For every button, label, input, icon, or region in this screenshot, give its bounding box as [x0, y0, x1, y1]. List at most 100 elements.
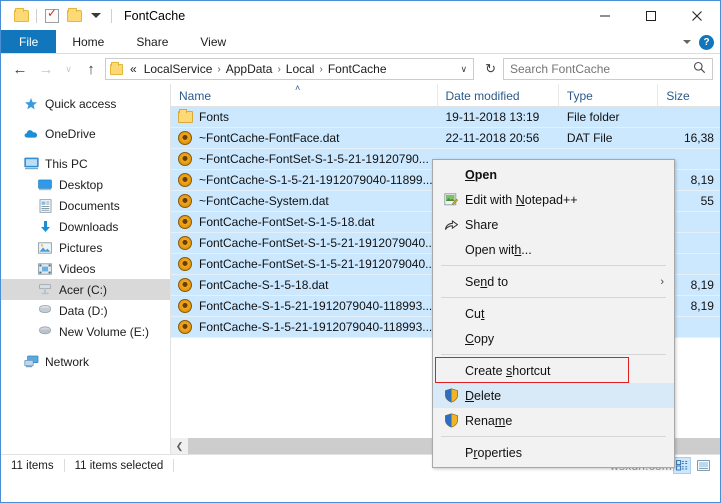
- breadcrumb[interactable]: « LocalService › AppData › Local › FontC…: [105, 58, 474, 80]
- large-icons-view-icon[interactable]: [694, 457, 712, 474]
- new-folder-icon[interactable]: [63, 6, 85, 26]
- documents-icon: [37, 198, 53, 214]
- breadcrumb-item-localservice[interactable]: LocalService: [141, 61, 216, 77]
- sidebar-item-quick-access[interactable]: Quick access: [1, 93, 170, 114]
- divider: [111, 9, 112, 23]
- sidebar-item-desktop[interactable]: Desktop: [1, 174, 170, 195]
- back-button[interactable]: ←: [8, 57, 32, 81]
- menu-item-open[interactable]: Open: [433, 162, 674, 187]
- address-bar: ← → ∨ ↑ « LocalService › AppData › Local…: [1, 54, 720, 84]
- refresh-icon[interactable]: ↻: [480, 61, 501, 77]
- details-view-icon[interactable]: [673, 457, 691, 474]
- minimize-icon[interactable]: [582, 1, 628, 30]
- breadcrumb-dropdown-icon[interactable]: ∨: [457, 64, 472, 75]
- dat-file-icon: [177, 235, 193, 251]
- maximize-icon[interactable]: [628, 1, 674, 30]
- sidebar-item-pictures[interactable]: Pictures: [1, 237, 170, 258]
- menu-separator: [441, 265, 666, 266]
- breadcrumb-item-appdata[interactable]: AppData: [223, 61, 276, 77]
- explorer-window: FontCache File Home Share View ? ← → ∨ ↑: [0, 0, 721, 503]
- sidebar-item-network[interactable]: Network: [1, 351, 170, 372]
- sidebar-item-data-d[interactable]: Data (D:): [1, 300, 170, 321]
- menu-item-copy[interactable]: Copy: [433, 326, 674, 351]
- column-header-name[interactable]: Name ˄: [171, 84, 438, 107]
- table-row[interactable]: Fonts 19-11-2018 13:19 File folder: [171, 107, 720, 128]
- shield-icon: [441, 388, 461, 403]
- forward-button[interactable]: →: [34, 57, 58, 81]
- sidebar-item-new-volume-e[interactable]: New Volume (E:): [1, 321, 170, 342]
- drive-icon: [37, 303, 53, 319]
- table-row[interactable]: ~FontCache-FontFace.dat 22-11-2018 20:56…: [171, 128, 720, 149]
- folder-icon[interactable]: [10, 6, 32, 26]
- sidebar-item-videos[interactable]: Videos: [1, 258, 170, 279]
- file-name-cell: FontCache-FontSet-S-1-5-21-1912079040...: [171, 235, 438, 251]
- menu-item-share[interactable]: Share: [433, 212, 674, 237]
- item-count: 11 items: [1, 460, 64, 472]
- menu-item-properties[interactable]: Properties: [433, 440, 674, 465]
- menu-item-rename[interactable]: Rename: [433, 408, 674, 433]
- title-bar: FontCache: [1, 1, 720, 30]
- search-box[interactable]: [503, 58, 713, 80]
- menu-item-create-shortcut[interactable]: Create shortcut: [433, 358, 674, 383]
- tab-home[interactable]: Home: [56, 30, 120, 53]
- sidebar-item-onedrive[interactable]: OneDrive: [1, 123, 170, 144]
- sidebar-item-label: New Volume (E:): [59, 325, 149, 339]
- videos-icon: [37, 261, 53, 277]
- tab-view[interactable]: View: [184, 30, 242, 53]
- drive-icon: [37, 324, 53, 340]
- search-icon[interactable]: [693, 61, 706, 77]
- column-header-size[interactable]: Size: [658, 84, 720, 107]
- recent-locations-button[interactable]: ∨: [60, 57, 77, 81]
- properties-icon[interactable]: [41, 6, 63, 26]
- tab-file[interactable]: File: [1, 30, 56, 53]
- close-icon[interactable]: [674, 1, 720, 30]
- context-menu: Open Edit with Notepad++ Share Open with…: [432, 159, 675, 468]
- breadcrumb-separator[interactable]: ›: [318, 64, 323, 75]
- column-header-date-modified[interactable]: Date modified: [438, 84, 559, 107]
- file-type-cell: File folder: [559, 110, 658, 124]
- scroll-left-icon[interactable]: ❮: [171, 438, 188, 454]
- customize-chevron-icon[interactable]: [85, 6, 107, 26]
- sidebar-item-acer-c[interactable]: Acer (C:): [1, 279, 170, 300]
- sidebar-item-label: Network: [45, 355, 89, 369]
- breadcrumb-item-fontcache[interactable]: FontCache: [325, 61, 390, 77]
- menu-item-cut[interactable]: Cut: [433, 301, 674, 326]
- sidebar-item-downloads[interactable]: Downloads: [1, 216, 170, 237]
- breadcrumb-item-local[interactable]: Local: [283, 61, 318, 77]
- tab-share[interactable]: Share: [120, 30, 184, 53]
- sidebar-item-documents[interactable]: Documents: [1, 195, 170, 216]
- menu-item-label: Edit with Notepad++: [461, 193, 578, 207]
- caption-buttons: [582, 1, 720, 30]
- breadcrumb-overflow[interactable]: «: [127, 61, 140, 77]
- column-label: Name: [179, 89, 211, 103]
- help-icon[interactable]: ?: [699, 35, 714, 50]
- file-name-cell: Fonts: [171, 109, 438, 125]
- file-name: FontCache-FontSet-S-1-5-21-1912079040...: [199, 236, 435, 250]
- sort-ascending-icon: ˄: [295, 84, 300, 93]
- divider: [36, 9, 37, 23]
- menu-item-send-to[interactable]: Send to ›: [433, 269, 674, 294]
- search-input[interactable]: [510, 62, 693, 76]
- spacer: [1, 144, 170, 153]
- sidebar-item-this-pc[interactable]: This PC: [1, 153, 170, 174]
- dat-file-icon: [177, 130, 193, 146]
- menu-item-label: Create shortcut: [461, 364, 550, 378]
- file-name: ~FontCache-System.dat: [199, 194, 329, 208]
- window-title: FontCache: [124, 9, 185, 23]
- breadcrumb-separator[interactable]: ›: [276, 64, 281, 75]
- up-button[interactable]: ↑: [79, 57, 103, 81]
- dat-file-icon: [177, 151, 193, 167]
- star-icon: [23, 96, 39, 112]
- drive-icon: [37, 282, 53, 298]
- menu-item-label: Properties: [461, 446, 522, 460]
- menu-item-open-with[interactable]: Open with...: [433, 237, 674, 262]
- column-header-type[interactable]: Type: [559, 84, 658, 107]
- network-icon: [23, 354, 39, 370]
- menu-item-edit-with-notepadpp[interactable]: Edit with Notepad++: [433, 187, 674, 212]
- menu-separator: [441, 354, 666, 355]
- file-size-cell: 16,38: [658, 131, 720, 145]
- breadcrumb-separator[interactable]: ›: [216, 64, 221, 75]
- chevron-down-icon[interactable]: [683, 40, 691, 44]
- menu-item-delete[interactable]: Delete: [433, 383, 674, 408]
- divider: [173, 459, 174, 472]
